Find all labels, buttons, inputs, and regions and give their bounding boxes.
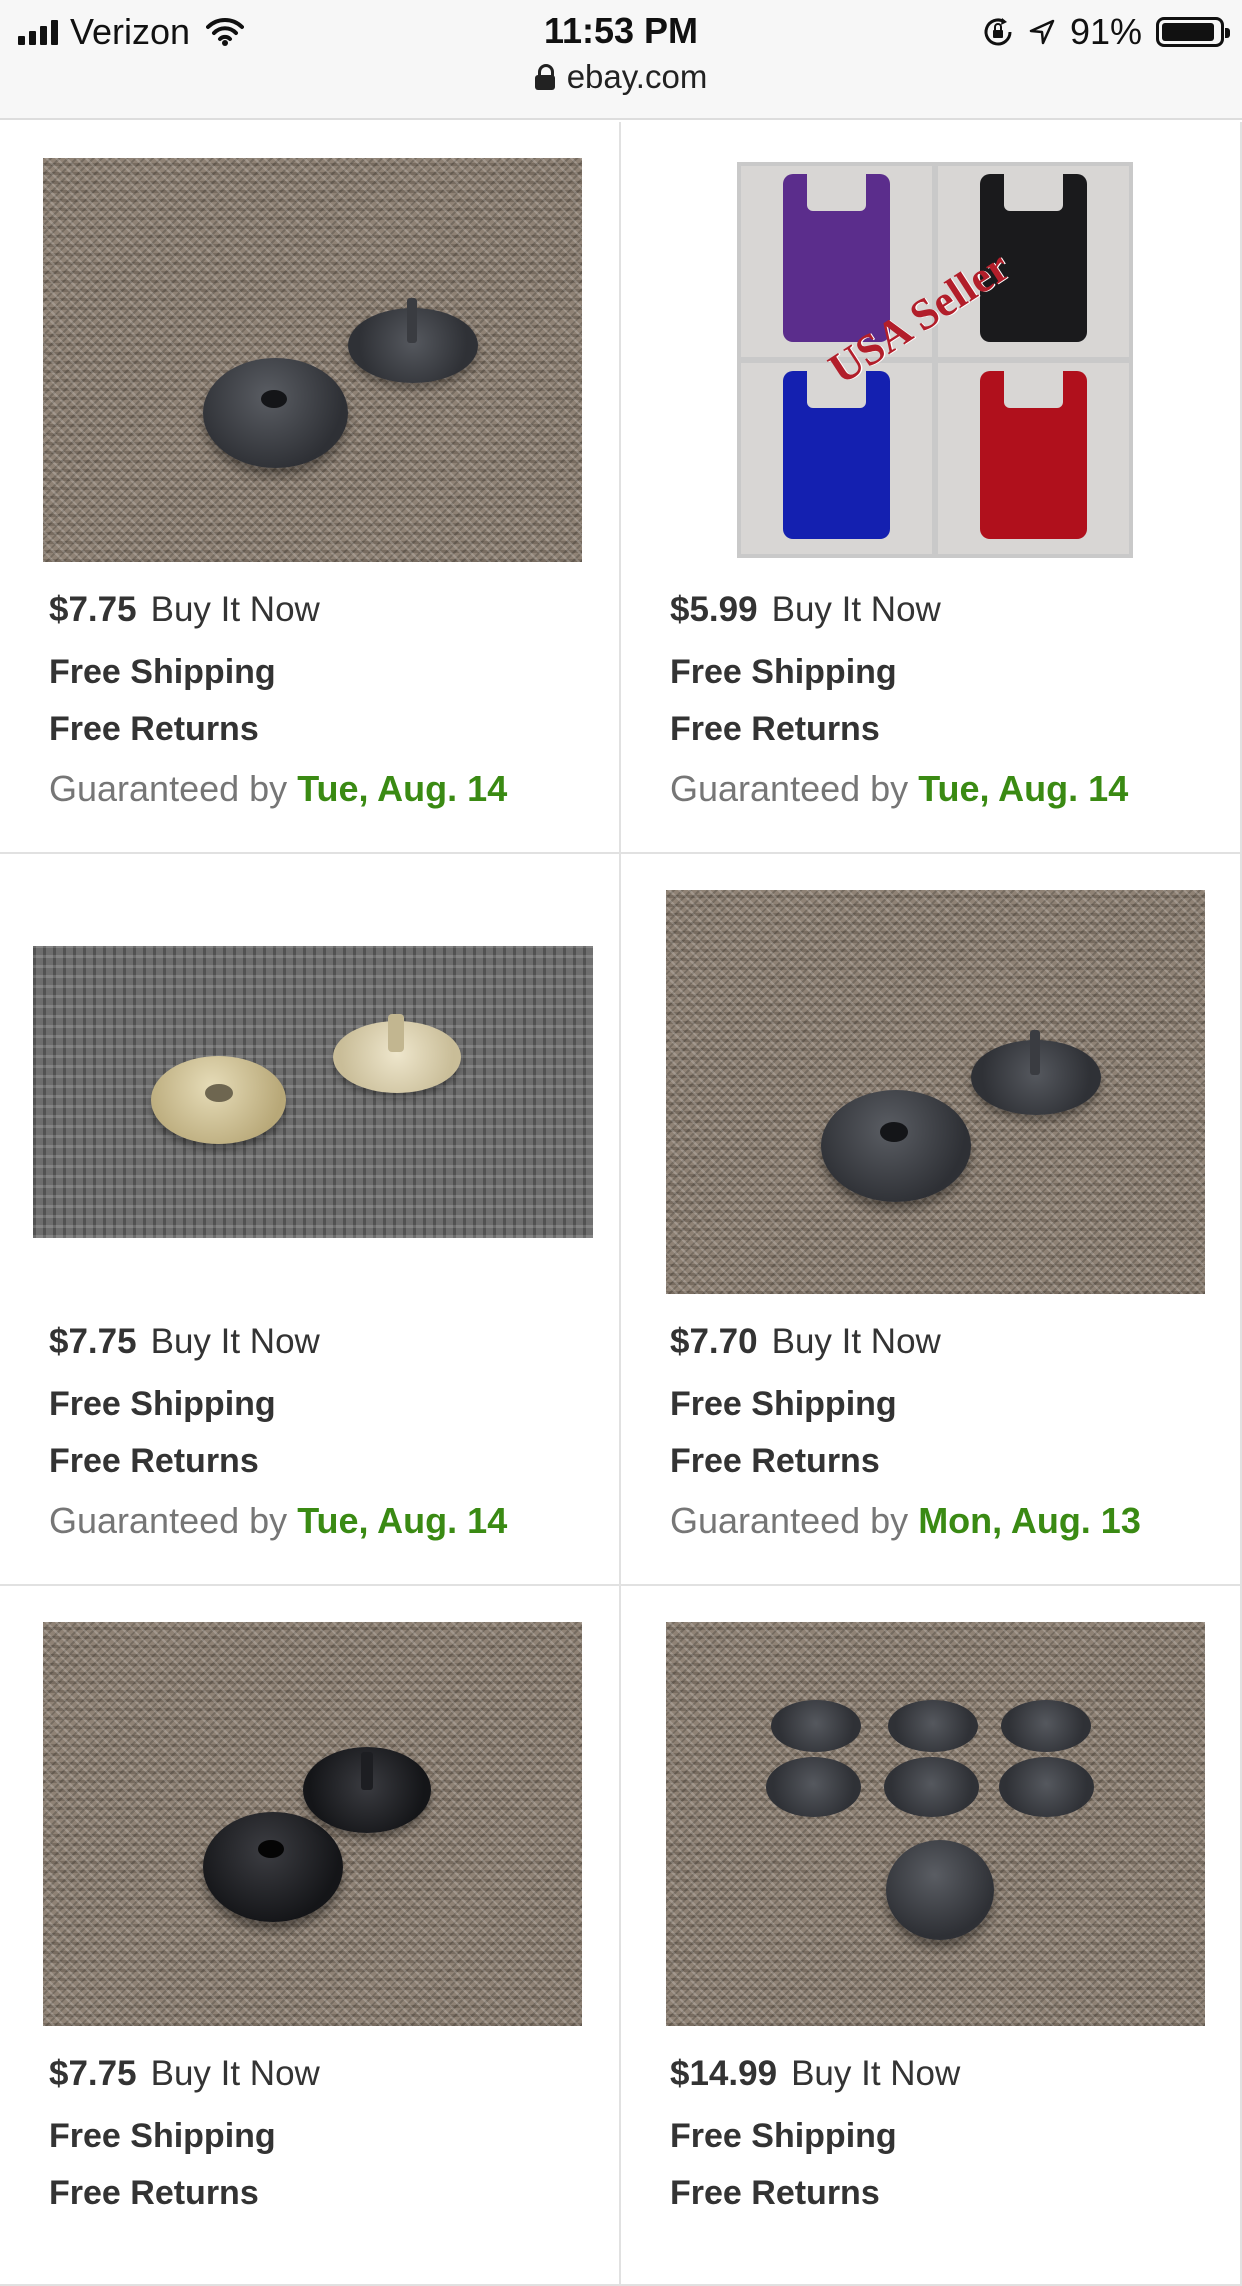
shipping-text: Free Shipping bbox=[670, 653, 897, 691]
url-text: ebay.com bbox=[566, 58, 708, 95]
price: $5.99 bbox=[670, 590, 758, 629]
url-bar[interactable]: ebay.com bbox=[0, 58, 1242, 96]
rotation-lock-icon bbox=[984, 18, 1012, 46]
guarantee-text: Guaranteed by Tue, Aug. 14 bbox=[49, 1500, 508, 1541]
battery-percent: 91% bbox=[1069, 11, 1142, 52]
status-bar: Verizon 11:53 PM 91% ebay.com bbox=[0, 0, 1242, 120]
listing-image[interactable] bbox=[43, 158, 582, 562]
guarantee-date: Tue, Aug. 14 bbox=[297, 1500, 508, 1541]
returns-text: Free Returns bbox=[670, 2174, 880, 2212]
guarantee-date: Tue, Aug. 14 bbox=[297, 768, 508, 809]
buy-format: Buy It Now bbox=[150, 2054, 320, 2093]
buy-format: Buy It Now bbox=[150, 1322, 320, 1361]
shipping-text: Free Shipping bbox=[49, 653, 276, 691]
price-row: $5.99 Buy It Now bbox=[670, 590, 941, 630]
shipping-text: Free Shipping bbox=[670, 2117, 897, 2155]
buy-format: Buy It Now bbox=[771, 1322, 941, 1361]
listing-image[interactable] bbox=[666, 890, 1205, 1294]
buy-format: Buy It Now bbox=[150, 590, 320, 629]
price: $7.70 bbox=[670, 1322, 758, 1361]
shipping-text: Free Shipping bbox=[49, 1385, 276, 1423]
listing-card[interactable]: $7.75 Buy It Now Free Shipping Free Retur… bbox=[0, 854, 621, 1586]
price-row: $7.75 Buy It Now bbox=[49, 2054, 320, 2094]
shipping-text: Free Shipping bbox=[49, 2117, 276, 2155]
listing-card[interactable]: $7.70 Buy It Now Free Shipping Free Retur… bbox=[621, 854, 1242, 1586]
listing-image[interactable] bbox=[666, 1622, 1205, 2026]
listing-card[interactable]: $7.75 Buy It Now Free Shipping Free Retur… bbox=[0, 122, 621, 854]
buy-format: Buy It Now bbox=[771, 590, 941, 629]
price: $7.75 bbox=[49, 2054, 137, 2093]
listing-card[interactable]: $14.99 Buy It Now Free Shipping Free Retu… bbox=[621, 1586, 1242, 2286]
battery-icon bbox=[1156, 17, 1230, 47]
returns-text: Free Returns bbox=[670, 1442, 880, 1480]
guarantee-text: Guaranteed by Tue, Aug. 14 bbox=[49, 768, 508, 809]
listing-card[interactable]: $7.75 Buy It Now Free Shipping Free Retur… bbox=[0, 1586, 621, 2286]
status-right: 91% bbox=[982, 10, 1230, 54]
listing-image[interactable]: USA Seller bbox=[737, 162, 1133, 558]
listing-image[interactable] bbox=[43, 1622, 582, 2026]
guarantee-text: Guaranteed by Mon, Aug. 13 bbox=[670, 1500, 1141, 1541]
guarantee-text: Guaranteed by Tue, Aug. 14 bbox=[670, 768, 1129, 809]
guarantee-date: Mon, Aug. 13 bbox=[918, 1500, 1141, 1541]
location-arrow-icon bbox=[1029, 19, 1055, 45]
price-row: $7.70 Buy It Now bbox=[670, 1322, 941, 1362]
returns-text: Free Returns bbox=[670, 710, 880, 748]
guarantee-date: Tue, Aug. 14 bbox=[918, 768, 1129, 809]
listing-image[interactable] bbox=[33, 946, 593, 1238]
price-row: $7.75 Buy It Now bbox=[49, 590, 320, 630]
shipping-text: Free Shipping bbox=[670, 1385, 897, 1423]
lock-icon bbox=[534, 64, 555, 90]
buy-format: Buy It Now bbox=[791, 2054, 961, 2093]
listing-card[interactable]: USA Seller $5.99 Buy It Now Free Shipping… bbox=[621, 122, 1242, 854]
returns-text: Free Returns bbox=[49, 1442, 259, 1480]
price: $7.75 bbox=[49, 590, 137, 629]
price: $7.75 bbox=[49, 1322, 137, 1361]
price-row: $7.75 Buy It Now bbox=[49, 1322, 320, 1362]
price-row: $14.99 Buy It Now bbox=[670, 2054, 960, 2094]
returns-text: Free Returns bbox=[49, 2174, 259, 2212]
price: $14.99 bbox=[670, 2054, 778, 2093]
returns-text: Free Returns bbox=[49, 710, 259, 748]
